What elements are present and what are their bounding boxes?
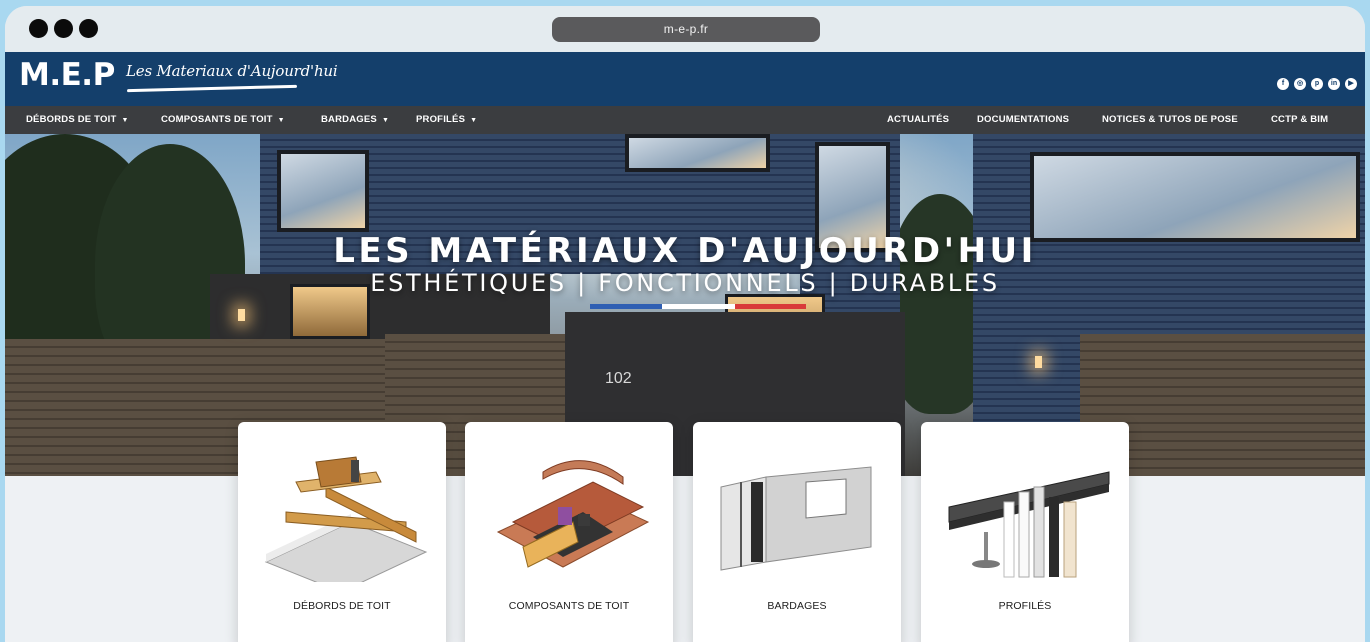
hero-window-strip <box>1030 152 1360 242</box>
category-card-debords-de-toit[interactable]: DÉBORDS DE TOIT <box>238 422 446 642</box>
card-label: PROFILÉS <box>998 600 1052 612</box>
card-label: COMPOSANTS DE TOIT <box>508 600 630 612</box>
profiles-image <box>948 471 1110 578</box>
card-label: BARDAGES <box>767 600 827 612</box>
category-card-composants-de-toit[interactable]: COMPOSANTS DE TOIT <box>465 422 673 642</box>
youtube-icon[interactable]: ▶ <box>1345 78 1357 90</box>
hero-window <box>625 134 770 172</box>
nav-item-actualites[interactable]: ACTUALITÉS <box>887 106 949 134</box>
caret-down-icon: ▼ <box>381 117 390 124</box>
nav-item-debords-de-toit[interactable]: DÉBORDS DE TOIT ▼ <box>26 106 129 134</box>
instagram-icon[interactable]: ◎ <box>1294 78 1306 90</box>
hero-title: LES MATÉRIAUX D'AUJOURD'HUI <box>333 231 1037 271</box>
nav-item-notices-tutos[interactable]: NOTICES & TUTOS DE POSE <box>1102 106 1238 134</box>
roof-overhang-image <box>264 456 428 582</box>
card-label: DÉBORDS DE TOIT <box>293 600 391 612</box>
caret-down-icon: ▼ <box>470 117 478 124</box>
flag-stripe-blue <box>590 304 662 309</box>
nav-item-label: PROFILÉS <box>416 114 466 125</box>
roof-components-image <box>496 460 650 568</box>
window-maximize-dot[interactable] <box>79 19 98 38</box>
hero-lamp <box>238 309 245 321</box>
caret-down-icon: ▼ <box>277 117 285 124</box>
social-links: f ◎ p in ▶ <box>1277 78 1357 90</box>
nav-item-cctp-bim[interactable]: CCTP & BIM <box>1271 106 1328 134</box>
hero-banner: 102 LES MATÉRIAUX D'AUJOURD'HUI ESTHÉTIQ… <box>5 134 1365 476</box>
facebook-icon[interactable]: f <box>1277 78 1289 90</box>
flag-stripe-red <box>735 304 806 309</box>
logo-tagline: Les Materiaux d'Aujourd'hui <box>126 62 338 80</box>
nav-item-documentations[interactable]: DOCUMENTATIONS <box>977 106 1069 134</box>
content-area <box>5 476 1365 642</box>
category-card-bardages[interactable]: BARDAGES <box>693 422 901 642</box>
nav-item-label: BARDAGES <box>321 114 377 125</box>
caret-down-icon: ▼ <box>121 117 129 124</box>
hero-window <box>277 150 369 232</box>
nav-item-profiles[interactable]: PROFILÉS ▼ <box>416 106 477 134</box>
logo-text: M.E.P <box>19 57 115 93</box>
hero-house-number: 102 <box>605 370 632 387</box>
pinterest-icon[interactable]: p <box>1311 78 1323 90</box>
window-minimize-dot[interactable] <box>54 19 73 38</box>
site-header: M.E.P Les Materiaux d'Aujourd'hui f ◎ p … <box>5 52 1365 112</box>
flag-stripe-white <box>662 304 735 309</box>
nav-item-label: COMPOSANTS DE TOIT <box>161 114 273 125</box>
main-nav: DÉBORDS DE TOIT ▼ COMPOSANTS DE TOIT ▼ BAR… <box>5 106 1365 134</box>
nav-item-composants-de-toit[interactable]: COMPOSANTS DE TOIT ▼ <box>161 106 285 134</box>
nav-item-bardages[interactable]: BARDAGES ▼ <box>321 106 389 134</box>
browser-window: m-e-p.fr M.E.P Les Materiaux d'Aujourd'h… <box>5 6 1365 642</box>
hero-subtitle: ESTHÉTIQUES | FONCTIONNELS | DURABLES <box>370 269 1000 297</box>
nav-item-label: DÉBORDS DE TOIT <box>26 114 117 125</box>
linkedin-icon[interactable]: in <box>1328 78 1340 90</box>
hero-lamp <box>1035 356 1042 368</box>
tagline-underline <box>126 84 298 93</box>
window-close-dot[interactable] <box>29 19 48 38</box>
browser-chrome: m-e-p.fr <box>5 6 1365 52</box>
category-card-profiles[interactable]: PROFILÉS <box>921 422 1129 642</box>
cladding-panel-image <box>720 466 872 571</box>
address-bar[interactable]: m-e-p.fr <box>552 17 820 42</box>
